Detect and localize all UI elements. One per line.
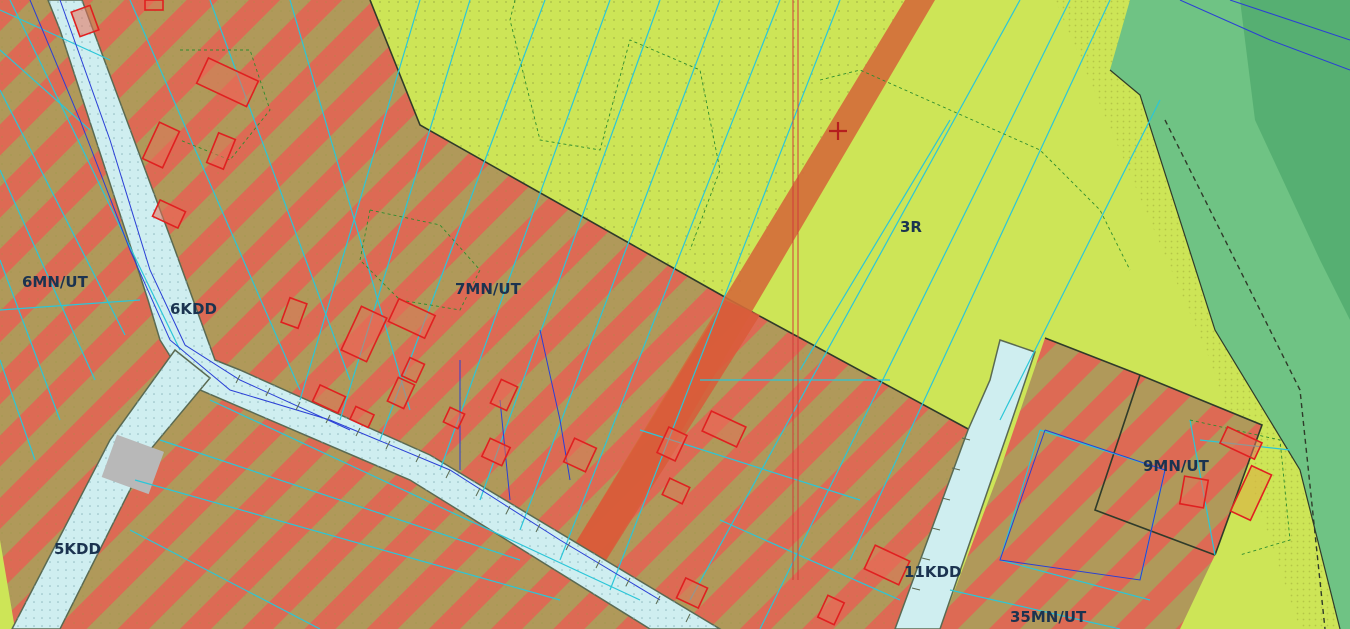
zone-label-7mn-ut: 7MN/UT xyxy=(455,280,522,298)
zone-label-6mn-ut: 6MN/UT xyxy=(22,273,89,291)
zone-label-35mn-ut: 35MN/UT xyxy=(1010,608,1087,626)
road-label-6kdd: 6KDD xyxy=(170,300,217,318)
road-label-5kdd: 5KDD xyxy=(54,540,101,558)
zone-label-3r: 3R xyxy=(900,218,922,236)
planning-map[interactable]: 6MN/UT 7MN/UT 3R 9MN/UT 35MN/UT 6KDD 5KD… xyxy=(0,0,1350,629)
zone-label-9mn-ut: 9MN/UT xyxy=(1143,457,1210,475)
road-label-11kdd: 11KDD xyxy=(904,563,961,581)
